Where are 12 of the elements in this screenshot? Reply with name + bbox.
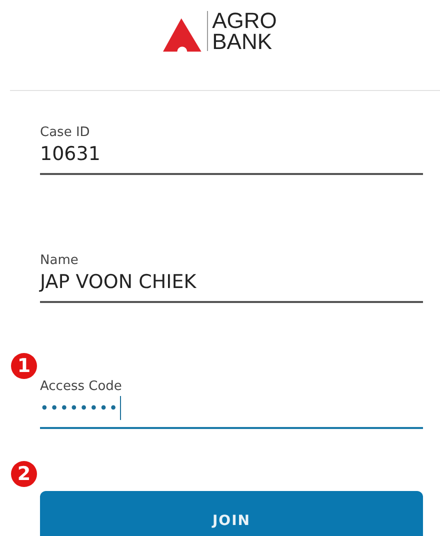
input-field[interactable]: Access Code •••••••• xyxy=(40,379,423,429)
field-label: Access Code xyxy=(40,379,123,395)
field-label: Case ID xyxy=(40,125,91,141)
triangle-logo-icon xyxy=(163,18,204,52)
join-button[interactable]: JOIN xyxy=(40,491,423,536)
input-field[interactable]: Name JAP VOON CHIEK xyxy=(40,253,423,303)
field-label: Name xyxy=(40,253,80,269)
step-badge: 2 xyxy=(11,461,37,487)
input-field[interactable]: Case ID 10631 xyxy=(40,125,423,175)
logo-text: AGRO xyxy=(212,10,277,31)
step-badge: 1 xyxy=(11,353,37,379)
logo-text: BANK xyxy=(212,31,274,52)
